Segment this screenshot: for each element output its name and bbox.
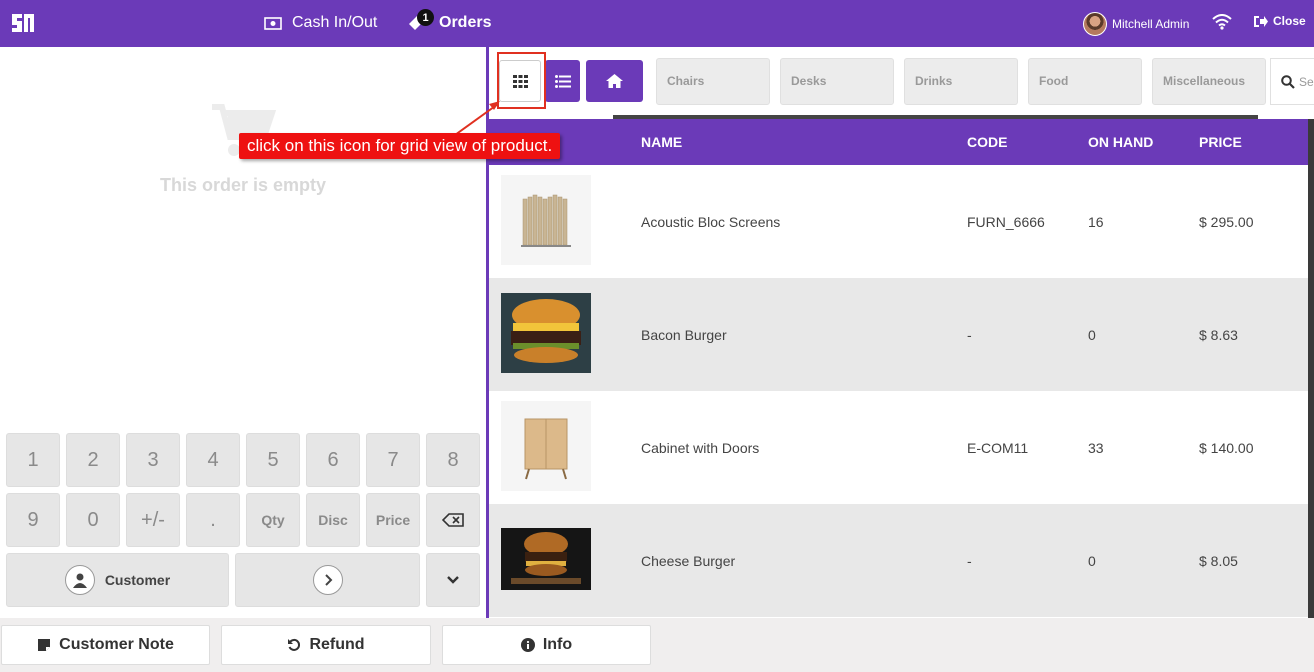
orders-count-badge: 1 [417,9,434,26]
product-code: E-COM11 [967,440,1029,456]
orders-label: Orders [439,14,492,31]
empty-order-text: This order is empty [159,175,327,195]
numpad-key-0[interactable]: 0 [66,493,120,547]
product-price: $ 140.00 [1199,440,1254,456]
payment-button[interactable] [235,553,420,607]
undo-icon [288,638,301,651]
more-options-button[interactable] [426,553,480,607]
close-label: Close [1273,14,1306,28]
user-menu[interactable]: Mitchell Admin [1083,12,1189,36]
numpad-key-decimal[interactable]: . [186,493,240,547]
numpad-qty-button[interactable]: Qty [246,493,300,547]
product-image-cabinet [501,401,591,491]
list-icon [554,74,571,88]
close-button[interactable]: Close [1253,14,1306,28]
product-code: - [967,553,972,569]
cash-in-out-button[interactable]: Cash In/Out [264,14,377,32]
category-desks[interactable]: Desks [780,58,894,105]
category-chairs[interactable]: Chairs [656,58,770,105]
refund-button[interactable]: Refund [221,625,431,665]
numpad-key-plus-minus[interactable]: +/- [126,493,180,547]
customer-button[interactable]: Customer [6,553,229,607]
product-price: $ 8.63 [1199,327,1238,343]
customer-label: Customer [104,572,171,588]
product-price: $ 295.00 [1199,214,1254,230]
product-name: Cabinet with Doors [641,440,760,456]
list-view-button[interactable] [545,60,580,102]
numpad-key-7[interactable]: 7 [366,433,420,487]
table-row[interactable]: Acoustic Bloc Screens FURN_6666 16 $ 295… [489,165,1308,278]
product-on-hand: 0 [1088,327,1096,343]
numpad-key-6[interactable]: 6 [306,433,360,487]
table-row[interactable]: Cabinet with Doors E-COM11 33 $ 140.00 [489,391,1308,504]
category-miscellaneous[interactable]: Miscellaneous [1152,58,1266,105]
odoo-logo-icon[interactable] [10,12,36,34]
category-drinks[interactable]: Drinks [904,58,1018,105]
backspace-icon [442,513,464,527]
product-name: Acoustic Bloc Screens [641,214,781,230]
numpad-disc-button[interactable]: Disc [306,493,360,547]
table-row[interactable]: Bacon Burger - 0 $ 8.63 [489,278,1308,391]
sticky-note-icon [38,639,51,651]
numpad-key-5[interactable]: 5 [246,433,300,487]
annotation-tooltip: click on this icon for grid view of prod… [239,133,561,159]
table-row[interactable]: Cheese Burger - 0 $ 8.05 [489,504,1308,617]
info-icon [520,638,535,652]
numpad-key-4[interactable]: 4 [186,433,240,487]
refund-label: Refund [309,636,365,653]
category-food[interactable]: Food [1028,58,1142,105]
customer-note-label: Customer Note [59,636,174,653]
column-header-name[interactable]: NAME [641,134,682,150]
sign-out-icon [1254,15,1268,27]
user-name: Mitchell Admin [1112,17,1190,31]
chevron-down-icon [447,576,459,584]
product-image-burger [501,293,591,373]
product-price: $ 8.05 [1199,553,1238,569]
chevron-right-icon [312,565,343,595]
numpad-key-1[interactable]: 1 [6,433,60,487]
bottom-bar: Customer Note Refund Info [0,618,1314,672]
column-header-on-hand[interactable]: ON HAND [1088,134,1153,150]
product-image-acoustic-screen [501,175,591,265]
annotation-highlight-box [497,52,546,109]
home-icon [606,74,623,88]
search-icon [1281,74,1295,89]
column-header-code[interactable]: CODE [967,134,1007,150]
customer-note-button[interactable]: Customer Note [1,625,210,665]
numpad-key-8[interactable]: 8 [426,433,480,487]
info-button[interactable]: Info [442,625,651,665]
numpad-key-3[interactable]: 3 [126,433,180,487]
info-label: Info [542,636,573,653]
orders-button[interactable]: 1 Orders [407,9,492,32]
product-on-hand: 0 [1088,553,1096,569]
product-on-hand: 33 [1088,440,1104,456]
product-panel: Chairs Desks Drinks Food Miscellaneous S… [489,47,1314,619]
product-code: FURN_6666 [967,214,1045,230]
column-header-price[interactable]: PRICE [1199,134,1242,150]
money-icon [264,16,282,30]
top-bar: Cash In/Out 1 Orders Mitchell Admin Clos… [0,0,1314,47]
product-on-hand: 16 [1088,214,1104,230]
backspace-button[interactable] [426,493,480,547]
search-placeholder: Se [1299,74,1314,89]
product-toolbar: Chairs Desks Drinks Food Miscellaneous S… [489,47,1314,117]
product-code: - [967,327,972,343]
avatar [1083,12,1107,36]
product-name: Bacon Burger [641,327,727,343]
product-name: Cheese Burger [641,553,736,569]
table-header: NAME CODE ON HAND PRICE [489,119,1308,165]
wifi-icon [1212,14,1232,30]
user-icon [64,565,95,595]
scrollbar[interactable] [1308,119,1314,619]
numpad-key-2[interactable]: 2 [66,433,120,487]
cash-in-out-label: Cash In/Out [292,14,378,31]
numpad-key-9[interactable]: 9 [6,493,60,547]
home-category-button[interactable] [586,60,643,102]
product-image-burger-dark [501,528,591,590]
numpad-price-button[interactable]: Price [366,493,420,547]
search-input[interactable]: Se [1270,58,1314,105]
